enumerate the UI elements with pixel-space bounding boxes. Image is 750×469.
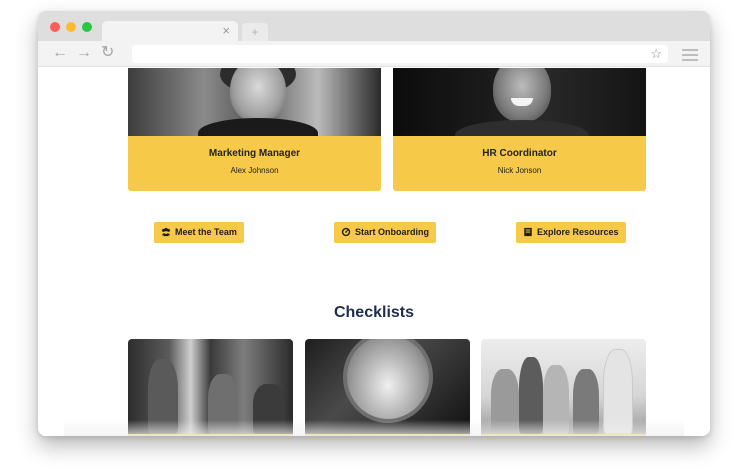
explore-resources-label: Explore Resources xyxy=(537,227,619,237)
checklists-heading: Checklists xyxy=(333,304,415,321)
profile-card-marketing-manager: Marketing Manager Alex Johnson xyxy=(128,68,381,191)
profile-name: Alex Johnson xyxy=(230,166,279,175)
meet-the-team-label: Meet the Team xyxy=(175,227,237,237)
scroll-fade xyxy=(64,420,684,436)
close-window-button[interactable] xyxy=(50,22,60,32)
bookmark-star-icon[interactable]: ☆ xyxy=(650,45,662,63)
forward-arrow-icon[interactable]: → xyxy=(76,44,92,62)
browser-window: × + ← → ↻ ☆ Marketing Manager Alex Johns… xyxy=(38,11,710,436)
browser-menu-icon[interactable] xyxy=(682,49,698,61)
browser-toolbar: ← → ↻ ☆ xyxy=(38,41,710,67)
tab-close-icon[interactable]: × xyxy=(222,23,230,39)
minimize-window-button[interactable] xyxy=(66,22,76,32)
address-bar[interactable]: ☆ xyxy=(132,45,668,63)
profile-role: Marketing Manager xyxy=(208,148,301,159)
profile-name: Nick Jonson xyxy=(497,166,542,175)
gauge-icon xyxy=(341,227,351,237)
page-viewport: Marketing Manager Alex Johnson HR Coordi… xyxy=(38,68,710,436)
profile-card-body: Marketing Manager Alex Johnson xyxy=(128,136,381,191)
profile-photo xyxy=(128,68,381,148)
new-tab-button[interactable]: + xyxy=(242,23,268,41)
start-onboarding-label: Start Onboarding xyxy=(355,227,429,237)
meet-the-team-button[interactable]: Meet the Team xyxy=(154,222,244,243)
profile-card-body: HR Coordinator Nick Jonson xyxy=(393,136,646,191)
profile-role: HR Coordinator xyxy=(482,148,557,159)
back-arrow-icon[interactable]: ← xyxy=(52,44,68,62)
users-icon xyxy=(161,227,171,237)
start-onboarding-button[interactable]: Start Onboarding xyxy=(334,222,436,243)
tab-bar: × + xyxy=(38,11,710,41)
explore-resources-button[interactable]: Explore Resources xyxy=(516,222,626,243)
reload-icon[interactable]: ↻ xyxy=(101,44,114,62)
maximize-window-button[interactable] xyxy=(82,22,92,32)
book-icon xyxy=(524,227,532,237)
browser-tab[interactable]: × xyxy=(102,21,238,41)
profile-photo xyxy=(393,68,646,150)
profile-card-hr-coordinator: HR Coordinator Nick Jonson xyxy=(393,68,646,191)
